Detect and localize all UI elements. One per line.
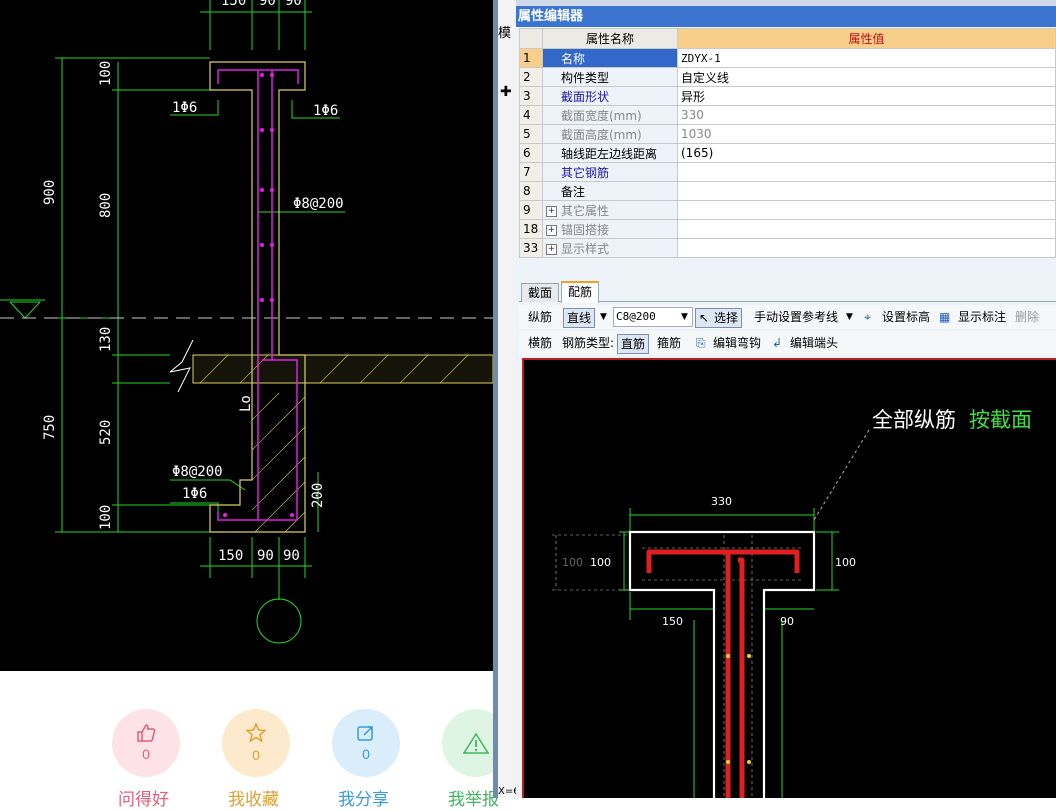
dim-100-left: 100: [590, 556, 611, 569]
rebar-canvas[interactable]: 全部纵筋 按截面 330 100 100 100 150 90: [522, 358, 1056, 798]
property-row-axis-offset[interactable]: 6 轴线距左边线距离 (165): [519, 143, 1056, 163]
cursor-icon: ↖: [699, 311, 710, 325]
slab: [192, 354, 493, 384]
show-mark-icon: ▦: [939, 310, 951, 324]
property-row-display-style[interactable]: 33 + 显示样式: [519, 238, 1056, 258]
expand-icon[interactable]: +: [546, 224, 557, 236]
share-button[interactable]: 0: [332, 709, 400, 777]
cad-drawing: 150 90 90 900 750 100 800 130 520 100 15…: [0, 0, 493, 671]
property-row-width[interactable]: 4 截面宽度(mm) 330: [519, 105, 1056, 125]
favorite-button[interactable]: 0: [222, 709, 290, 777]
rebar-drawing: 全部纵筋 按截面 330 100 100 100 150 90: [552, 408, 1032, 798]
dim-bottom-90a: 90: [257, 548, 274, 564]
dim-200: 200: [310, 483, 326, 508]
tab-rebar[interactable]: 配筋: [561, 281, 600, 303]
property-row-height[interactable]: 5 截面高度(mm) 1030: [519, 124, 1056, 144]
label-stirrup-top: Φ8@200: [293, 196, 344, 212]
dim-top-90a: 90: [259, 0, 276, 9]
property-row-type[interactable]: 2 构件类型 自定义线: [519, 67, 1056, 87]
dim-750: 750: [42, 415, 58, 440]
like-count: 0: [142, 746, 150, 762]
stirrup-button[interactable]: 箍筋: [657, 331, 681, 355]
label-bar-left-top: 1Φ6: [172, 100, 197, 116]
delete-button[interactable]: 删除: [1015, 305, 1039, 329]
edit-end-icon: ↲: [772, 336, 783, 350]
set-elevation-button[interactable]: 设置标高: [882, 305, 930, 329]
dim-90: 90: [780, 615, 794, 628]
dim-bottom-150: 150: [218, 548, 243, 564]
line-mode-button[interactable]: 直线: [563, 308, 596, 328]
expand-icon[interactable]: +: [546, 205, 557, 217]
share-count: 0: [362, 746, 370, 762]
dim-top-90b: 90: [285, 0, 302, 9]
edit-hook-button[interactable]: 编辑弯钩: [713, 331, 761, 355]
editor-tabs: 截面 配筋: [519, 281, 1056, 303]
col-header-name: 属性名称: [542, 28, 678, 49]
label-bar-right-top: 1Φ6: [313, 103, 338, 119]
favorite-count: 0: [252, 747, 260, 763]
property-row-name[interactable]: 1 名称 ZDYX-1: [519, 48, 1056, 68]
dim-800: 800: [98, 193, 114, 218]
social-bar: 0 0 0 问得好 我收藏 我分享 我举报: [0, 671, 510, 810]
edit-end-button[interactable]: 编辑端头: [790, 331, 838, 355]
straight-bar-button[interactable]: 直筋: [617, 334, 650, 354]
expand-icon[interactable]: +: [546, 243, 557, 255]
thumbs-up-icon: [137, 724, 156, 742]
col-header-value: 属性值: [677, 28, 1056, 49]
set-elevation-icon: ⌖: [864, 310, 871, 324]
chevron-down-icon[interactable]: ▼: [600, 305, 607, 329]
dim-100-top: 100: [98, 61, 114, 86]
dim-100-right: 100: [835, 556, 856, 569]
annotation-by-section-link[interactable]: 按截面: [969, 408, 1032, 432]
dim-130: 130: [98, 327, 114, 352]
warning-icon: [463, 732, 489, 754]
chevron-down-icon[interactable]: ▼: [846, 305, 853, 329]
toolbar-longitudinal: 纵筋 直线 ▼ C8@200 ▼ ↖ 选择 手动设置参考线 ▼ ⌖ 设置标高 ▦ …: [519, 305, 1056, 329]
show-mark-button[interactable]: 显示标注: [958, 305, 1006, 329]
label-bar-bottom: 1Φ6: [182, 486, 207, 502]
side-add-icon[interactable]: ✚: [500, 84, 512, 100]
star-icon: [246, 723, 266, 743]
toolbar-transverse: 横筋 钢筋类型: 直筋 箍筋 ⎘ 编辑弯钩 ↲ 编辑端头: [519, 331, 1056, 355]
dim-900: 900: [42, 180, 58, 205]
edit-hook-icon: ⎘: [696, 336, 706, 350]
like-button[interactable]: 0: [112, 709, 180, 777]
dim-top-150: 150: [221, 0, 246, 9]
share-icon: [357, 726, 373, 741]
label-transverse: 横筋: [528, 336, 553, 350]
dim-100-bottom: 100: [98, 505, 114, 530]
label-longitudinal: 纵筋: [528, 310, 553, 324]
select-button[interactable]: ↖ 选择: [695, 308, 743, 328]
chevron-down-icon[interactable]: ▼: [681, 305, 688, 329]
property-row-shape[interactable]: 3 截面形状 异形: [519, 86, 1056, 106]
side-mode-char: 模: [498, 26, 512, 41]
label-rebar-type: 钢筋类型:: [562, 336, 615, 350]
property-row-remark[interactable]: 8 备注: [519, 181, 1056, 201]
t-section-outline: [628, 530, 816, 798]
property-editor: 属性编辑器 属性名称 属性值 1 名称 ZDYX-1 2 构件类型 自定义线 3…: [516, 0, 1056, 798]
property-row-anchorage[interactable]: 18 + 锚固搭接: [519, 219, 1056, 239]
ref-line-button[interactable]: 手动设置参考线: [754, 305, 838, 329]
annotation-all-rebar: 全部纵筋: [872, 408, 956, 432]
property-grid: 属性名称 属性值 1 名称 ZDYX-1 2 构件类型 自定义线 3 截面形状 …: [519, 28, 1056, 258]
property-row-other-rebar[interactable]: 7 其它钢筋: [519, 162, 1056, 182]
side-panel: 模 ✚ X=6: [498, 0, 520, 798]
dim-150: 150: [662, 615, 683, 628]
grid-corner: [519, 28, 543, 49]
dim-520: 520: [98, 420, 114, 445]
label-stirrup-bottom: Φ8@200: [172, 464, 223, 480]
dim-100-ghost: 100: [562, 556, 583, 569]
dim-330: 330: [711, 495, 732, 508]
label-lo: Lo: [238, 395, 254, 412]
cad-canvas: 150 90 90 900 750 100 800 130 520 100 15…: [0, 0, 493, 644]
tab-section[interactable]: 截面: [521, 283, 560, 302]
dim-bottom-90b: 90: [283, 548, 300, 564]
editor-title: 属性编辑器: [516, 6, 1056, 27]
property-row-other-props[interactable]: 9 + 其它属性: [519, 200, 1056, 220]
